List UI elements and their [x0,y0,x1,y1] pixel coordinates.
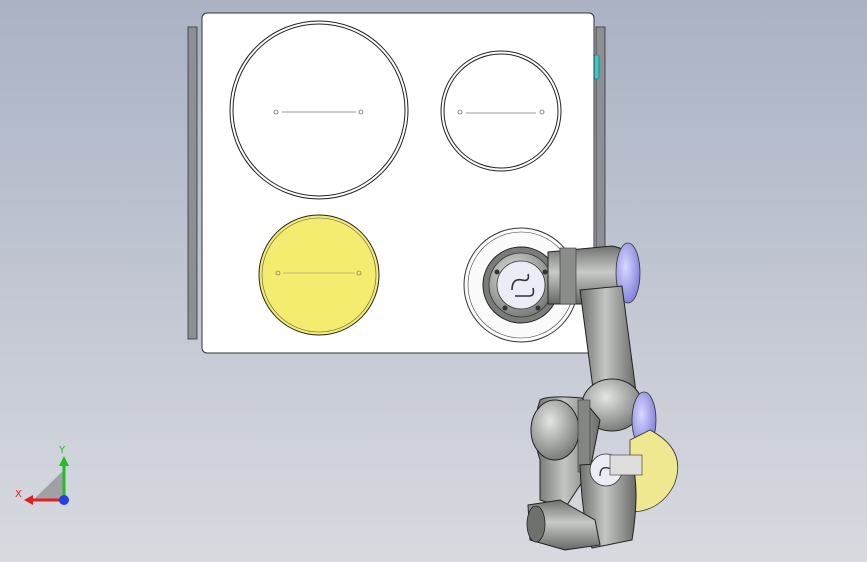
x-axis-label: X [15,489,22,500]
y-axis-label: Y [58,445,66,456]
left-rail [187,26,198,340]
large-circle [229,20,409,200]
cad-scene[interactable]: X Y [0,0,867,562]
cyan-marker [593,54,600,80]
medium-circle [440,50,562,172]
cad-viewport[interactable]: X Y [0,0,867,562]
yellow-circle [258,214,380,336]
